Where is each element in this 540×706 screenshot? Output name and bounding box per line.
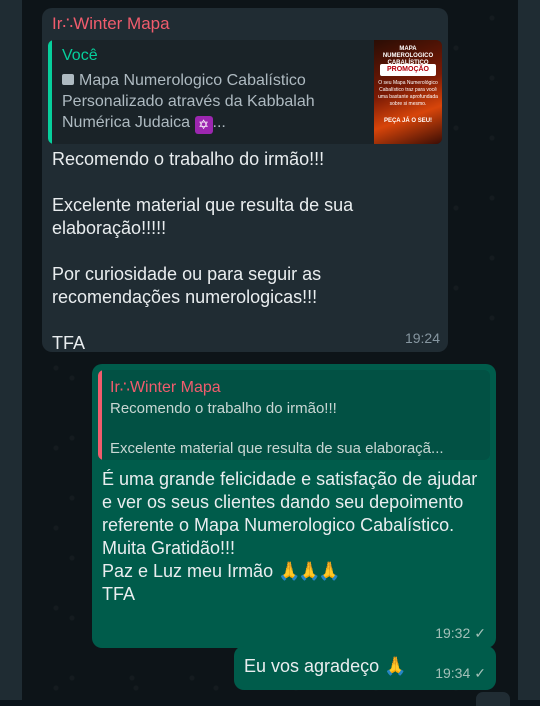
quote-author: Ir∴Winter Mapa — [110, 379, 221, 396]
message-line-with-emoji: Paz e Luz meu Irmão 🙏🙏🙏 — [102, 560, 486, 583]
quote-bar — [98, 370, 102, 460]
message-line: Muita Gratidão!!! — [102, 538, 236, 558]
outgoing-message-bubble[interactable]: Ir∴Winter Mapa Recomendo o trabalho do i… — [92, 364, 496, 648]
quote-author: Você — [62, 47, 98, 64]
outgoing-message-text: É uma grande felicidade e satisfação de … — [102, 468, 486, 606]
sent-check-icon: ✓ — [474, 665, 486, 681]
quote-bar — [48, 40, 52, 144]
message-line: Paz e Luz meu Irmão — [102, 561, 274, 581]
message-timestamp: 19:34 — [435, 665, 471, 681]
message-timestamp: 19:32 — [435, 625, 471, 641]
quote-ellipsis: ... — [212, 114, 226, 131]
message-paragraph: Por curiosidade ou para seguir as recome… — [52, 264, 322, 307]
sender-name[interactable]: Ir∴Winter Mapa — [52, 14, 170, 34]
scroll-down-button[interactable] — [476, 692, 510, 706]
quoted-message[interactable]: Você Mapa Numerologico Cabalístico Perso… — [48, 40, 442, 144]
thumbnail-badge: PROMOÇÃO — [380, 64, 436, 76]
quote-text: Mapa Numerologico Cabalístico Personaliz… — [62, 70, 332, 134]
incoming-message-bubble[interactable]: Ir∴Winter Mapa Você Mapa Numerologico Ca… — [42, 8, 448, 353]
quote-line: Excelente material que resulta de sua el… — [110, 440, 444, 457]
message-line: Eu vos agradeço — [244, 656, 380, 676]
message-paragraph: TFA — [52, 333, 86, 353]
photo-icon — [62, 74, 74, 85]
message-line: É uma grande felicidade e satisfação de … — [102, 469, 478, 535]
thumbnail-cta: PEÇA JÁ O SEU! — [383, 118, 433, 124]
message-timestamp: 19:24 — [404, 330, 440, 346]
incoming-message-text: Recomendo o trabalho do irmão!!! Excelen… — [52, 148, 442, 378]
pray-icon: 🙏 — [384, 656, 407, 676]
left-edge — [0, 0, 22, 700]
outgoing-message-text: Eu vos agradeço 🙏 — [244, 656, 407, 677]
outgoing-message-bubble[interactable]: Eu vos agradeço 🙏 19:34 ✓ — [234, 646, 496, 690]
thumbnail-body: O seu Mapa Numerológico Cabalístico traz… — [378, 80, 438, 107]
message-status: 19:32 ✓ — [435, 625, 486, 642]
quote-line: Recomendo o trabalho do irmão!!! — [110, 400, 337, 417]
sent-check-icon: ✓ — [474, 625, 486, 641]
message-paragraph: Recomendo o trabalho do irmão!!! — [52, 149, 325, 169]
pray-icon: 🙏 — [298, 561, 321, 581]
pray-icon: 🙏 — [278, 561, 301, 581]
message-status: 19:34 ✓ — [435, 665, 486, 682]
message-line: TFA — [102, 584, 136, 604]
quote-thumbnail[interactable]: MAPA NUMEROLOGICO CABALÍSTICO PROMOÇÃO O… — [374, 40, 442, 144]
pray-icon: 🙏 — [318, 561, 341, 581]
quote-text-content: Mapa Numerologico Cabalístico Personaliz… — [62, 72, 315, 131]
right-edge — [518, 0, 540, 700]
star-of-david-icon: ✡ — [194, 116, 213, 134]
quoted-message[interactable]: Ir∴Winter Mapa Recomendo o trabalho do i… — [98, 370, 490, 460]
message-paragraph: Excelente material que resulta de sua el… — [52, 195, 354, 238]
